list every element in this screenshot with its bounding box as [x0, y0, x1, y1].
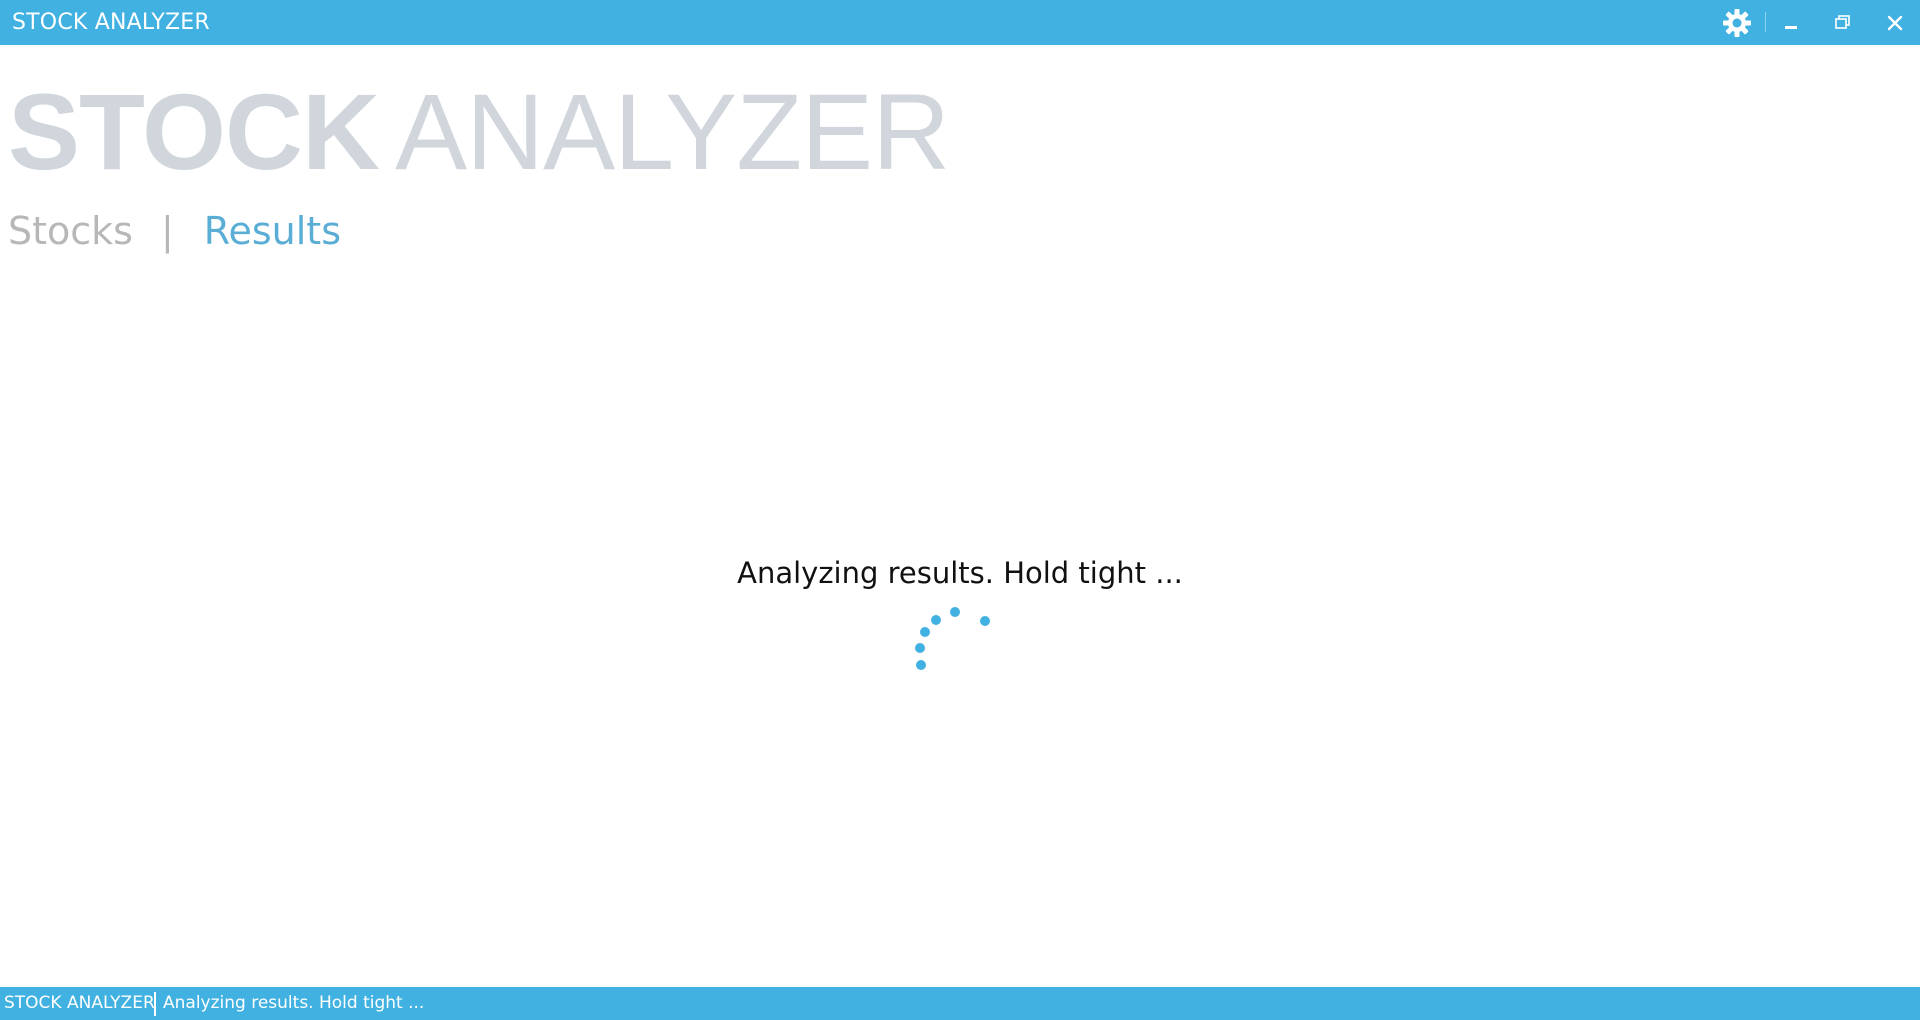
loading-spinner-icon: [910, 604, 1000, 674]
title-bar[interactable]: STOCK ANALYZER: [0, 0, 1920, 45]
status-message: Analyzing results. Hold tight ...: [163, 993, 425, 1013]
close-button[interactable]: [1880, 8, 1910, 38]
restore-button[interactable]: [1828, 8, 1858, 38]
gear-icon[interactable]: [1722, 8, 1752, 38]
main-nav: Stocks | Results: [8, 207, 341, 257]
app-brand-title: STOCK ANALYZER: [8, 76, 950, 188]
status-divider: [154, 992, 156, 1016]
loading-message: Analyzing results. Hold tight ...: [737, 556, 1183, 590]
status-app-name: STOCK ANALYZER: [4, 993, 155, 1013]
brand-title-light: ANALYZER: [395, 71, 950, 192]
nav-divider: |: [160, 209, 174, 253]
brand-title-bold: STOCK: [8, 71, 380, 192]
minimize-button[interactable]: [1776, 8, 1806, 38]
nav-item-stocks[interactable]: Stocks: [8, 207, 133, 255]
titlebar-divider: [1765, 12, 1766, 32]
minimize-icon: [1785, 26, 1797, 29]
app-window: STOCK ANALYZER STOCK ANALYZER Stocks | R…: [0, 0, 1920, 1020]
window-title: STOCK ANALYZER: [12, 10, 210, 35]
close-icon: [1887, 15, 1903, 31]
restore-icon: [1835, 15, 1850, 29]
nav-item-results[interactable]: Results: [204, 207, 341, 255]
status-bar: STOCK ANALYZER Analyzing results. Hold t…: [0, 987, 1920, 1020]
